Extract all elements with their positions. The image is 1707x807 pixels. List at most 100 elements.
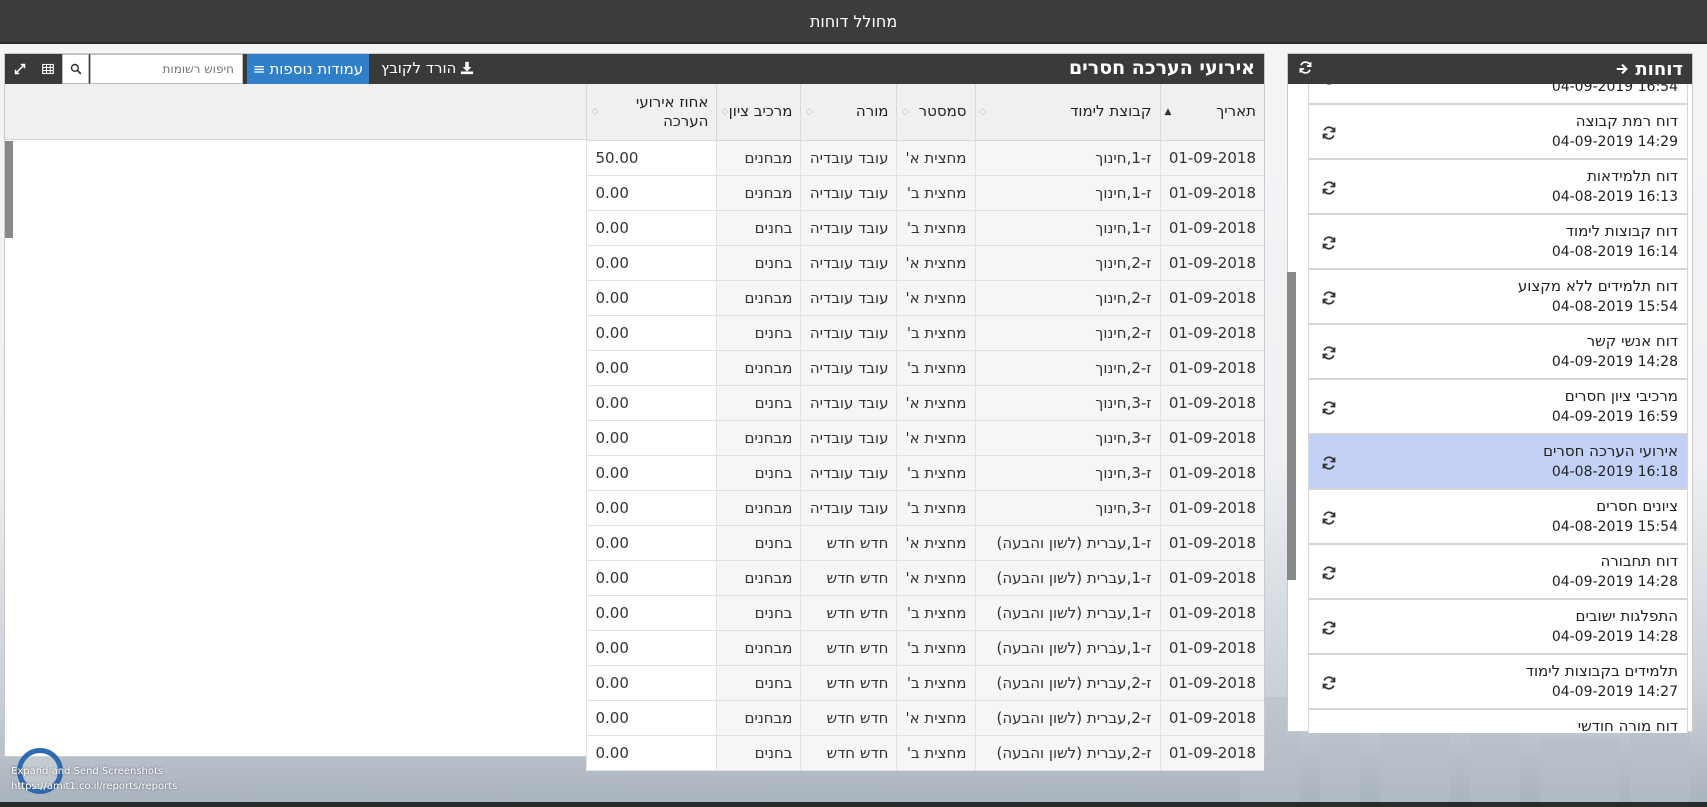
table-row[interactable]: 01-09-2018 ז-1,עברית (לשון והבעה) מחצית א'… <box>586 560 1264 596</box>
table-row[interactable]: 01-09-2018 ז-1,עברית (לשון והבעה) מחצית ב'… <box>586 595 1264 631</box>
table-scrollbar[interactable] <box>5 141 13 238</box>
table-row[interactable]: 01-09-2018 ז-2,חינוך מחצית א' עובד עובדיה בח… <box>586 245 1264 281</box>
table-cell: עובד עובדיה <box>800 420 897 456</box>
refresh-icon[interactable] <box>1321 125 1337 141</box>
table-cell: 01-09-2018 <box>1159 315 1264 351</box>
report-name: דוח אנשי קשר <box>1586 332 1678 350</box>
table-row[interactable]: 01-09-2018 ז-1,עברית (לשון והבעה) מחצית ב'… <box>586 630 1264 666</box>
table-view-button[interactable] <box>34 54 61 84</box>
sort-icon: ◇ <box>721 106 729 117</box>
table-row[interactable]: 01-09-2018 ז-2,חינוך מחצית א' עובד עובדיה מב… <box>586 280 1264 316</box>
table-row[interactable]: 01-09-2018 ז-1,עברית (לשון והבעה) מחצית א'… <box>586 525 1264 561</box>
sidebar-title[interactable]: דוחות <box>1615 59 1683 80</box>
table-cell: עובד עובדיה <box>800 455 897 491</box>
refresh-icon[interactable] <box>1321 620 1337 636</box>
table-cell: עובד עובדיה <box>800 210 897 246</box>
table-cell: 01-09-2018 <box>1159 735 1264 771</box>
table-row[interactable]: 01-09-2018 ז-2,עברית (לשון והבעה) מחצית ב'… <box>586 735 1264 771</box>
table-cell: מחצית ב' <box>896 350 975 386</box>
report-list-item[interactable]: דוח רמת קבוצה 14:29 04-09-2019 <box>1308 104 1688 159</box>
refresh-icon[interactable] <box>1321 235 1337 251</box>
refresh-icon[interactable] <box>1321 345 1337 361</box>
table-cell: 0.00 <box>586 175 717 211</box>
table-row[interactable]: 01-09-2018 ז-2,חינוך מחצית ב' עובד עובדיה מב… <box>586 350 1264 386</box>
report-list-item[interactable]: דוח מורה חודשי <box>1308 709 1688 733</box>
report-date: 16:14 04-08-2019 <box>1551 244 1678 260</box>
table-cell: 01-09-2018 <box>1159 455 1264 491</box>
report-list-item[interactable]: דוח קבוצות לימוד 16:14 04-08-2019 <box>1308 214 1688 269</box>
table-row[interactable]: 01-09-2018 ז-1,חינוך מחצית ב' עובד עובדיה בח… <box>586 210 1264 246</box>
report-list-item[interactable]: דוח תלמידאות 16:13 04-08-2019 <box>1308 159 1688 214</box>
report-list-item[interactable]: 16:54 04-09-2019 <box>1308 84 1688 104</box>
table-row[interactable]: 01-09-2018 ז-2,עברית (לשון והבעה) מחצית ב'… <box>586 665 1264 701</box>
report-date: 15:54 04-08-2019 <box>1551 519 1678 535</box>
table-cell: 01-09-2018 <box>1159 525 1264 561</box>
table-row[interactable]: 01-09-2018 ז-3,חינוך מחצית ב' עובד עובדיה בח… <box>586 455 1264 491</box>
table-cell: מחצית א' <box>896 560 975 596</box>
table-row[interactable]: 01-09-2018 ז-1,חינוך מחצית א' עובד עובדיה מב… <box>586 140 1264 176</box>
report-table: תאריך ▲ קבוצת לימוד ◇ סמסטר ◇ מורה ◇ מרכיב צ… <box>586 84 1264 771</box>
report-list-item[interactable]: התפלגות ישובים 14:28 04-09-2019 <box>1308 599 1688 654</box>
table-cell: 01-09-2018 <box>1159 280 1264 316</box>
table-cell: מחצית ב' <box>896 455 975 491</box>
table-row[interactable]: 01-09-2018 ז-3,חינוך מחצית א' עובד עובדיה מב… <box>586 420 1264 456</box>
table-cell: 01-09-2018 <box>1159 560 1264 596</box>
table-cell: מבחנים <box>716 560 801 596</box>
refresh-icon[interactable] <box>1321 675 1337 691</box>
table-row[interactable]: 01-09-2018 ז-3,חינוך מחצית ב' עובד עובדיה מב… <box>586 490 1264 526</box>
report-list-item[interactable]: אירועי הערכה חסרים 16:18 04-08-2019 <box>1308 434 1688 489</box>
bottom-bar <box>0 802 1707 807</box>
report-list: 16:54 04-09-2019 דוח רמת קבוצה 14:29 04-09… <box>1308 84 1688 733</box>
table-cell: ז-2,עברית (לשון והבעה) <box>974 700 1160 736</box>
table-cell: עובד עובדיה <box>800 280 897 316</box>
refresh-icon[interactable] <box>1321 180 1337 196</box>
report-list-item[interactable]: תלמידים בקבוצות לימוד 14:27 04-09-2019 <box>1308 654 1688 709</box>
sort-icon: ◇ <box>591 106 599 117</box>
table-cell: 0.00 <box>586 525 717 561</box>
report-list-item[interactable]: ציונים חסרים 15:54 04-08-2019 <box>1308 489 1688 544</box>
column-header-semester[interactable]: סמסטר ◇ <box>896 84 975 141</box>
refresh-icon[interactable] <box>1321 455 1337 471</box>
refresh-icon[interactable] <box>1321 84 1337 86</box>
report-list-item[interactable]: דוח תחבורה 14:28 04-09-2019 <box>1308 544 1688 599</box>
table-row[interactable]: 01-09-2018 ז-2,חינוך מחצית ב' עובד עובדיה בח… <box>586 315 1264 351</box>
column-header-teacher[interactable]: מורה ◇ <box>800 84 897 141</box>
refresh-icon[interactable] <box>1321 400 1337 416</box>
column-header-grade-component[interactable]: מרכיב ציון ◇ <box>716 84 801 141</box>
refresh-icon[interactable] <box>1298 60 1313 79</box>
table-cell: 0.00 <box>586 490 717 526</box>
report-list-item[interactable]: מרכיבי ציון חסרים 16:59 04-09-2019 <box>1308 379 1688 434</box>
download-icon <box>461 61 474 75</box>
table-cell: מחצית ב' <box>896 315 975 351</box>
report-list-item[interactable]: דוח אנשי קשר 14:28 04-09-2019 <box>1308 324 1688 379</box>
table-cell: ז-3,חינוך <box>974 420 1160 456</box>
table-cell: 01-09-2018 <box>1159 385 1264 421</box>
refresh-icon[interactable] <box>1321 510 1337 526</box>
table-cell: עובד עובדיה <box>800 245 897 281</box>
report-name: אירועי הערכה חסרים <box>1543 442 1678 460</box>
report-name: דוח מורה חודשי <box>1577 717 1678 733</box>
report-name: התפלגות ישובים <box>1575 607 1679 625</box>
table-icon <box>41 63 54 75</box>
table-cell: ז-1,עברית (לשון והבעה) <box>974 525 1160 561</box>
table-row[interactable]: 01-09-2018 ז-1,חינוך מחצית ב' עובד עובדיה מב… <box>586 175 1264 211</box>
download-button[interactable]: הורד לקובץ <box>381 59 474 77</box>
more-columns-button[interactable]: עמודות נוספות ≡ <box>247 54 369 84</box>
refresh-icon[interactable] <box>1321 290 1337 306</box>
column-header-group[interactable]: קבוצת לימוד ◇ <box>974 84 1160 141</box>
table-row[interactable]: 01-09-2018 ז-2,עברית (לשון והבעה) מחצית א'… <box>586 700 1264 736</box>
table-row[interactable]: 01-09-2018 ז-3,חינוך מחצית א' עובד עובדיה בח… <box>586 385 1264 421</box>
report-list-item[interactable]: דוח תלמידים ללא מקצוע 15:54 04-08-2019 <box>1308 269 1688 324</box>
column-header-percent[interactable]: אחוז אירועי הערכה ◇ <box>586 84 717 141</box>
table-cell: 01-09-2018 <box>1159 350 1264 386</box>
table-cell: מבחנים <box>716 280 801 316</box>
table-cell: 01-09-2018 <box>1159 630 1264 666</box>
column-header-date[interactable]: תאריך ▲ <box>1159 84 1264 141</box>
sidebar-scrollbar[interactable] <box>1287 272 1296 580</box>
table-cell: מחצית ב' <box>896 630 975 666</box>
refresh-icon[interactable] <box>1321 565 1337 581</box>
table-cell: 0.00 <box>586 455 717 491</box>
expand-button[interactable] <box>6 54 33 84</box>
search-input[interactable] <box>90 54 243 84</box>
search-button[interactable] <box>62 54 89 84</box>
